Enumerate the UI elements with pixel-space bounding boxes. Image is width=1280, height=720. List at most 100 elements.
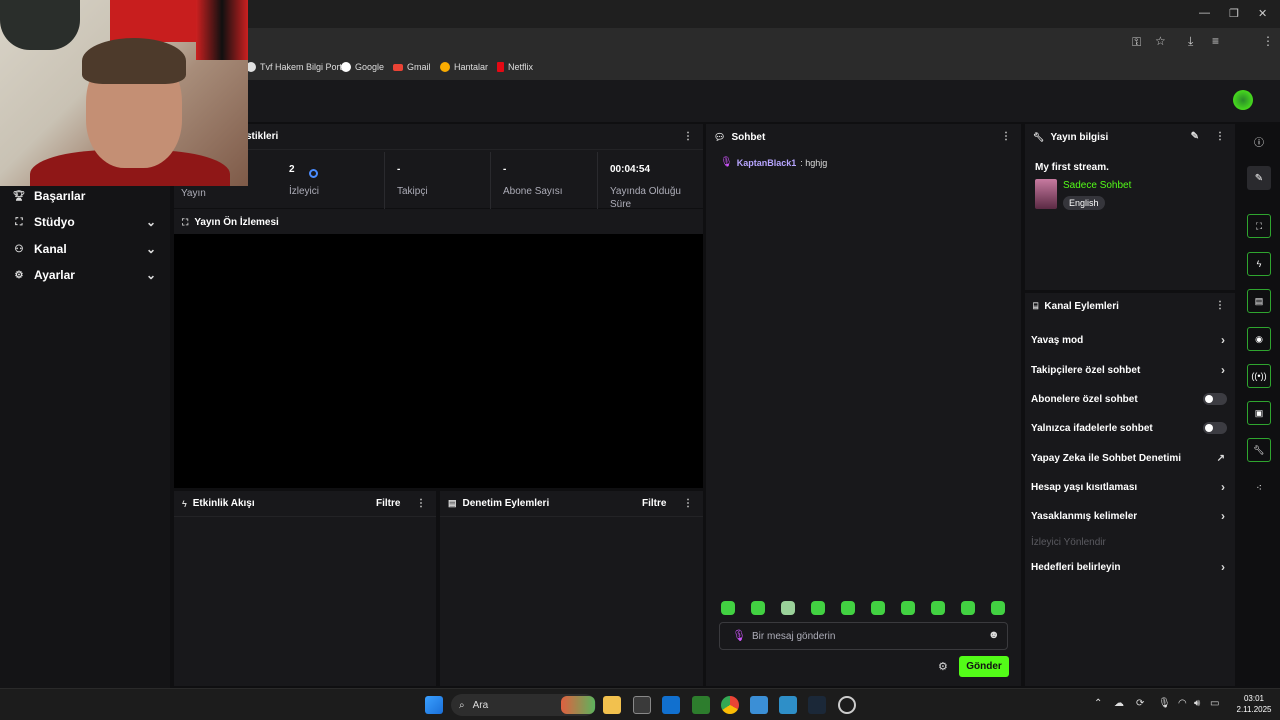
moderation-filter-button[interactable]: Filtre (642, 498, 666, 509)
more-options-icon[interactable]: ⋮ (683, 131, 693, 142)
sidebar-item-settings[interactable]: ⚙ Ayarlar ⌄ (12, 265, 162, 285)
xbox-icon[interactable] (692, 696, 710, 714)
webcam-background (110, 0, 200, 42)
subscribers-only-toggle[interactable] (1203, 393, 1227, 405)
bookmark-gmail[interactable]: Gmail (393, 62, 431, 72)
emote-icon[interactable] (931, 601, 945, 615)
volume-icon[interactable]: 🔊︎ (1194, 698, 1200, 709)
cloud-icon[interactable]: ☁ (1114, 698, 1124, 709)
taskbar-search[interactable]: ⌕ Ara (451, 694, 596, 716)
more-options-icon[interactable]: ⋮ (1215, 131, 1225, 142)
chevron-up-icon[interactable]: ⌃ (1094, 698, 1102, 709)
info-icon[interactable]: ⓘ (1247, 129, 1271, 153)
chat-settings-gear-icon[interactable]: ⚙ (938, 660, 948, 673)
bookmark-label: Google (355, 62, 385, 72)
emote-only-toggle[interactable] (1203, 422, 1227, 434)
action-ai-moderation[interactable]: Yapay Zeka ile Sohbet Denetimi ↗ (1031, 450, 1227, 466)
search-icon: ⌕ (459, 699, 465, 711)
minimize-icon[interactable]: — (1199, 7, 1210, 19)
broadcast-icon[interactable]: ((•)) (1247, 364, 1271, 388)
edit-pencil-icon[interactable]: ✎ (1191, 131, 1199, 142)
bookmark-star-icon[interactable]: ☆ (1155, 34, 1166, 48)
chrome-icon[interactable] (721, 696, 739, 714)
stat-subscribers: - Abone Sayısı (491, 152, 598, 210)
chat-message: 🎙︎ KaptanBlack1 : hghjg (720, 157, 827, 168)
wifi-icon[interactable]: ◠ (1178, 698, 1187, 709)
outlook-icon[interactable] (662, 696, 680, 714)
preview-panel-title: Yayın Ön İzlemesi (194, 216, 279, 228)
document-icon[interactable]: ▤ (1247, 289, 1271, 313)
edit-pencil-icon[interactable]: ✎ (1247, 166, 1271, 190)
bookmark-hantalar[interactable]: Hantalar (440, 62, 488, 72)
emote-icon[interactable] (961, 601, 975, 615)
battery-icon[interactable]: ▭ (1210, 698, 1219, 709)
emote-icon[interactable] (751, 601, 765, 615)
external-link-icon: ↗ (1216, 452, 1225, 464)
emote-icon[interactable] (991, 601, 1005, 615)
stats-widget-icon[interactable]: ⛶ (1247, 214, 1271, 238)
app-window-icon[interactable] (779, 696, 797, 714)
emoji-icon[interactable]: ☻ (988, 629, 1000, 641)
action-slow-mode[interactable]: Yavaş mod › (1031, 332, 1227, 348)
more-options-icon[interactable]: ⋮ (1001, 131, 1011, 142)
bookmark-netflix[interactable]: Netflix (497, 62, 533, 72)
restore-icon[interactable]: ❐ (1229, 7, 1239, 20)
preview-panel-header: ⛶ Yayın Ön İzlemesi (174, 209, 703, 235)
more-options-icon[interactable]: ⋮ (416, 498, 426, 509)
clock-time: 03:01 (1243, 694, 1265, 703)
bookmark-google[interactable]: Google (341, 62, 384, 72)
dots-cluster-icon[interactable]: ⁖ (1247, 476, 1271, 500)
stat-label: Takipçi (397, 186, 428, 197)
emote-icon[interactable] (781, 601, 795, 615)
chat-input-box[interactable]: 🎙︎ ☻ (719, 622, 1008, 650)
steam-icon[interactable] (808, 696, 826, 714)
action-banned-words[interactable]: Yasaklanmış kelimeler › (1031, 508, 1227, 524)
bookmark-label: Hantalar (454, 62, 489, 72)
reading-list-icon[interactable]: ≡ (1212, 34, 1219, 48)
action-set-goals[interactable]: Hedefleri belirleyin › (1031, 559, 1227, 575)
download-icon[interactable]: ⤓ (1188, 34, 1193, 49)
emote-icon[interactable] (721, 601, 735, 615)
password-key-icon[interactable]: ⚿ (1132, 35, 1141, 50)
netflix-icon (497, 62, 504, 72)
browser-menu-icon[interactable]: ⋮ (1262, 34, 1274, 48)
action-followers-only[interactable]: Takipçilere özel sohbet › (1031, 362, 1227, 378)
chat-bubble-icon[interactable]: ◉ (1247, 327, 1271, 351)
chat-message-input[interactable] (752, 629, 972, 643)
more-options-icon[interactable]: ⋮ (683, 498, 693, 509)
google-icon (341, 62, 351, 72)
file-explorer-icon[interactable] (603, 696, 621, 714)
store-icon[interactable] (633, 696, 651, 714)
stream-preview-video[interactable] (174, 234, 703, 488)
send-button[interactable]: Gönder (959, 656, 1009, 677)
microphone-icon[interactable]: 🎙︎ (1158, 698, 1171, 709)
studio-icon: ⛶ (15, 216, 23, 228)
windows-start-icon[interactable] (425, 696, 443, 714)
close-icon[interactable]: ✕ (1258, 7, 1267, 20)
more-options-icon[interactable]: ⋮ (1215, 300, 1225, 311)
action-label: Abonelere özel sohbet (1031, 393, 1138, 405)
photos-icon[interactable] (750, 696, 768, 714)
user-avatar[interactable] (1233, 90, 1253, 110)
activity-filter-button[interactable]: Filtre (376, 498, 400, 509)
emote-icon[interactable] (841, 601, 855, 615)
stream-category[interactable]: Sadece Sohbet (1063, 180, 1131, 191)
stat-value: - (503, 164, 507, 175)
emote-icon[interactable] (871, 601, 885, 615)
action-account-age[interactable]: Hesap yaşı kısıtlaması › (1031, 479, 1227, 495)
sync-icon[interactable]: ⟳ (1136, 698, 1144, 709)
chat-username[interactable]: KaptanBlack1 (737, 158, 797, 168)
sidebar-item-achievements[interactable]: 🏆︎ Başarılar (12, 186, 162, 206)
preview-icon: ⛶ (182, 216, 189, 227)
wrench-icon[interactable]: 🔧︎ (1247, 438, 1271, 462)
sidebar-item-studio[interactable]: ⛶ Stüdyo ⌄ (12, 212, 162, 232)
emote-icon[interactable] (811, 601, 825, 615)
taskbar-clock[interactable]: 03:01 2.11.2025 (1232, 693, 1276, 715)
emote-icon[interactable] (901, 601, 915, 615)
sidebar-item-channel[interactable]: ⚇ Kanal ⌄ (12, 239, 162, 259)
obs-icon[interactable] (838, 696, 856, 714)
lightning-icon[interactable]: ϟ (1247, 252, 1271, 276)
action-host-viewers: İzleyici Yönlendir (1031, 534, 1227, 550)
layout-icon[interactable]: ▣ (1247, 401, 1271, 425)
bookmark-tvf[interactable]: Tvf Hakem Bilgi Port... (246, 62, 350, 72)
